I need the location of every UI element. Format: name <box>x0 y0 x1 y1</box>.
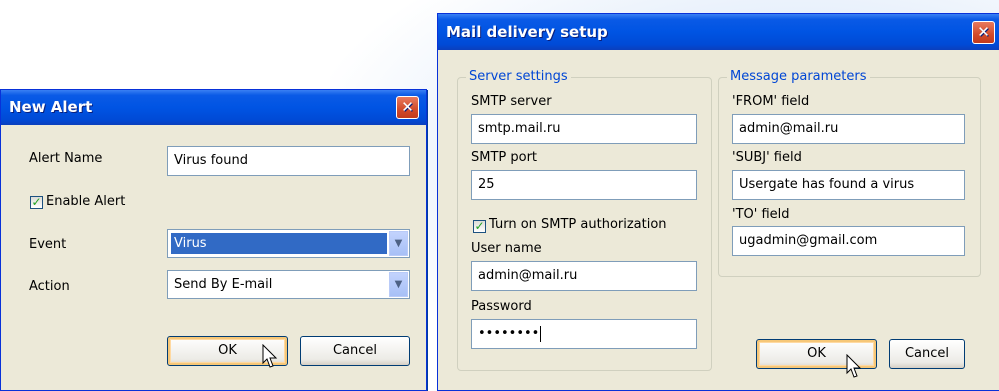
smtp-auth-checkbox[interactable]: ✓ <box>473 220 486 233</box>
cancel-button[interactable]: Cancel <box>300 336 410 366</box>
action-select[interactable]: Send By E-mail ▼ <box>167 270 410 299</box>
new-alert-dialog: New Alert ✕ Alert Name Virus found ✓ Ena… <box>0 89 427 391</box>
mouse-cursor-icon <box>846 354 862 378</box>
chevron-down-icon[interactable]: ▼ <box>389 272 408 297</box>
action-selected-value: Send By E-mail <box>174 277 273 292</box>
to-field-label: 'TO' field <box>732 207 790 222</box>
event-selected-value: Virus <box>171 233 387 254</box>
message-parameters-legend: Message parameters <box>727 69 870 84</box>
password-label: Password <box>471 299 532 314</box>
server-settings-legend: Server settings <box>466 69 571 84</box>
check-icon: ✓ <box>474 219 485 233</box>
close-icon[interactable]: ✕ <box>396 96 419 119</box>
mail-setup-titlebar[interactable]: Mail delivery setup ✕ <box>438 14 999 50</box>
smtp-port-label: SMTP port <box>471 150 538 165</box>
smtp-port-field[interactable]: 25 <box>471 170 697 200</box>
password-field[interactable]: •••••••• <box>471 319 697 349</box>
from-field[interactable]: admin@mail.ru <box>732 114 965 144</box>
event-label: Event <box>29 237 67 252</box>
enable-alert-checkbox[interactable]: ✓ <box>30 196 43 209</box>
chevron-down-icon[interactable]: ▼ <box>389 231 408 256</box>
event-select[interactable]: Virus ▼ <box>167 229 410 258</box>
subj-field-label: 'SUBJ' field <box>732 150 802 165</box>
subj-field[interactable]: Usergate has found a virus <box>732 170 965 200</box>
smtp-auth-label[interactable]: Turn on SMTP authorization <box>489 217 667 232</box>
alert-name-field[interactable]: Virus found <box>167 146 410 176</box>
alert-name-label: Alert Name <box>29 151 103 166</box>
text-caret <box>540 325 542 342</box>
new-alert-title: New Alert <box>9 98 93 116</box>
mail-setup-title: Mail delivery setup <box>446 23 608 41</box>
password-value: •••••••• <box>478 326 540 341</box>
check-icon: ✓ <box>31 195 42 209</box>
from-field-label: 'FROM' field <box>732 94 810 109</box>
username-label: User name <box>471 241 542 256</box>
to-field[interactable]: ugadmin@gmail.com <box>732 226 965 256</box>
close-icon[interactable]: ✕ <box>972 21 995 44</box>
smtp-server-label: SMTP server <box>471 94 552 109</box>
cancel-button[interactable]: Cancel <box>889 339 965 369</box>
smtp-server-field[interactable]: smtp.mail.ru <box>471 114 697 144</box>
username-field[interactable]: admin@mail.ru <box>471 261 697 291</box>
enable-alert-label[interactable]: Enable Alert <box>46 194 125 209</box>
mail-setup-dialog: Mail delivery setup ✕ Server settings SM… <box>437 13 999 391</box>
mouse-cursor-icon <box>262 344 278 368</box>
new-alert-titlebar[interactable]: New Alert ✕ <box>1 90 426 125</box>
action-label: Action <box>29 279 70 294</box>
